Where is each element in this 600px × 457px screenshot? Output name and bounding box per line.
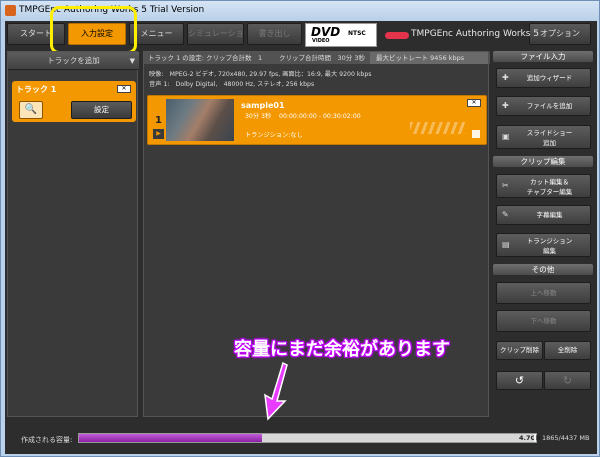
capacity-marker [534,434,536,442]
add-track-dropdown[interactable]: トラックを追加 ▼ [8,52,139,70]
undo-icon[interactable]: ↺ [496,371,543,390]
move-down-button[interactable]: 下へ移動 [496,310,591,332]
clip-duration: 30分 3秒 [245,113,272,120]
slideshow-icon: ▣ [502,132,510,141]
track-panel: トラックを追加 ▼ トラック 1 ✕ 🔍 設定 [7,51,139,417]
slideshow-label-1: スライドショー [526,129,573,137]
add-wizard-button[interactable]: ✚ 追加ウィザード [496,68,591,88]
slideshow-label-2: 追加 [543,139,556,147]
nav-simulation-button[interactable]: シミュレーション [187,23,244,45]
list-add-icon: ✚ [502,73,509,82]
total-time: クリップ合計時間 30分 3秒 [279,54,365,62]
add-file-button[interactable]: ✚ ファイルを追加 [496,96,591,116]
track-summary: トラック 1 の設定: クリップ合計数 1 クリップ合計時間 30分 3秒 最大… [144,52,490,64]
arrow-shape [264,361,288,421]
chevron-down-icon: ▼ [129,57,135,65]
status-bar: 作成される容量: 4.7GB 1865/4437 MB [5,421,597,454]
nav-output-button[interactable]: 書き出し [247,23,302,45]
capacity-label: 作成される容量: [21,436,73,444]
brand-indicator [385,32,409,39]
app-icon [5,5,16,16]
clip-time: 30分 3秒 00:00:00:00 - 00:30:02:00 [245,111,361,120]
corner-icon [472,130,480,138]
dvd-video-logo: DVD VIDEO NTSC [305,23,377,47]
close-icon[interactable]: ✕ [117,85,131,93]
dvd-video-label: VIDEO [312,38,330,44]
max-bitrate: 最大ビットレート 9456 kbps [376,54,465,62]
file-input-header: ファイル入力 [493,51,593,62]
action-panel: ファイル入力 ✚ 追加ウィザード ✚ ファイルを追加 ▣ スライドショー 追加 … [493,51,595,417]
track-item[interactable]: トラック 1 ✕ 🔍 設定 [12,81,136,122]
transition-label-2: 編集 [543,247,556,255]
search-icon[interactable]: 🔍 [19,101,43,119]
transition-label-1: トランジション [526,237,573,245]
move-up-button[interactable]: 上へ移動 [496,282,591,304]
cut-label-2: チャプター編集 [526,188,573,196]
brand-name: TMPGEnc Authoring Works 5 [411,29,540,39]
video-info: 映像: MPEG-2 ビデオ, 720x480, 29.97 fps, 画面比：… [149,71,372,78]
add-wizard-label: 追加ウィザード [526,74,573,82]
capacity-callout: 容量にまだ余裕があります [234,339,450,360]
capacity-value: 4.7GB [519,434,541,442]
track-name: トラック 1 [16,85,57,94]
transition-edit-button[interactable]: ▤ トランジション 編集 [496,233,591,257]
track-settings-summary: トラック 1 の設定: クリップ合計数 1 [148,54,263,62]
arrow-annotation [264,361,288,421]
clip-number: 1 [155,115,162,126]
slideshow-add-button[interactable]: ▣ スライドショー 追加 [496,125,591,149]
capacity-total: 1865/4437 MB [542,434,590,442]
dvd-label: DVD [311,25,341,39]
clip-edit-header: クリップ編集 [493,156,593,167]
clip-title: sample01 [241,101,285,110]
cut-chapter-edit-button[interactable]: ✂ カット編集＆ チャプター編集 [496,174,591,198]
nav-menu-button[interactable]: メニュー [129,23,184,45]
redo-icon[interactable]: ↻ [544,371,591,390]
watermark-graphic [410,122,466,134]
clip-range: 00:00:00:00 - 00:30:02:00 [279,113,361,120]
subtitle-label: 字幕編集 [536,211,563,219]
clip-thumbnail [166,99,234,141]
delete-clip-button[interactable]: クリップ削除 [496,341,543,360]
file-add-icon: ✚ [502,101,509,110]
subtitle-edit-button[interactable]: ✎ 字幕編集 [496,205,591,225]
bitrate-box: 最大ビットレート 9456 kbps [370,52,488,64]
track-settings-button[interactable]: 設定 [71,101,132,119]
cut-label-1: カット編集＆ [530,178,569,186]
capacity-fill [79,434,262,442]
capacity-bar: 4.7GB [78,433,541,443]
clip-transition: トランジション:なし [245,132,303,139]
transition-icon: ▤ [502,240,510,249]
highlight-annotation [50,6,137,54]
clip-panel: トラック 1 の設定: クリップ合計数 1 クリップ合計時間 30分 3秒 最大… [143,51,490,417]
subtitle-icon: ✎ [502,210,509,219]
add-file-label: ファイルを追加 [526,102,573,110]
ntsc-label: NTSC [348,30,366,37]
add-track-label: トラックを追加 [47,56,100,65]
scissors-icon: ✂ [502,181,509,190]
play-icon[interactable]: ▶ [153,129,164,139]
clip-item[interactable]: 1 ▶ sample01 30分 3秒 00:00:00:00 - 00:30:… [147,95,487,145]
close-icon[interactable]: ✕ [467,99,481,107]
delete-all-button[interactable]: 全削除 [544,341,591,360]
app-window: TMPGEnc Authoring Works 5 Trial Version … [0,0,600,457]
other-header: その他 [493,264,593,275]
audio-info: 音声 1: Dolby Digital, 48000 Hz, ステレオ, 256… [149,81,315,88]
